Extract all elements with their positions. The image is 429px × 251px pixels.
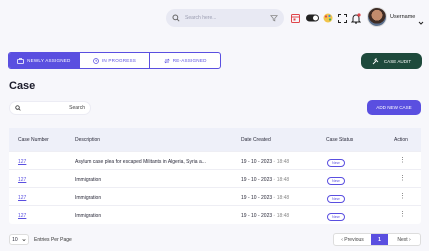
toggle-icon[interactable] bbox=[306, 12, 320, 24]
status-badge: New bbox=[327, 195, 345, 203]
filter-icon[interactable] bbox=[270, 14, 278, 22]
header-case-number: Case Number bbox=[18, 137, 49, 143]
case-description: Immigration bbox=[75, 177, 102, 183]
date-created: 19 - 10 - 2023 ◦ 18:48 bbox=[241, 195, 290, 201]
clock-icon bbox=[93, 57, 99, 64]
next-page-button[interactable]: Next › bbox=[388, 237, 420, 243]
calendar-icon[interactable] bbox=[291, 12, 300, 24]
status-badge: New bbox=[327, 177, 345, 185]
chevron-down-icon bbox=[22, 238, 26, 241]
search-icon bbox=[15, 105, 21, 111]
tab-label: Re-Assigned bbox=[172, 58, 207, 63]
more-actions-icon[interactable]: ⋮ bbox=[399, 211, 406, 218]
case-audit-label: Case Audit bbox=[383, 58, 412, 64]
header-description: Description bbox=[75, 137, 101, 143]
gavel-icon bbox=[372, 57, 379, 64]
case-description: Asylum case plea for escaped Militants i… bbox=[75, 159, 206, 165]
entries-value: 10 bbox=[12, 236, 18, 243]
case-number-link[interactable]: 127 bbox=[18, 213, 26, 219]
entries-per-page-label: Entries Per Page bbox=[34, 237, 72, 243]
table-row[interactable]: 127 Immigration 19 - 10 - 2023 ◦ 18:48 N… bbox=[9, 187, 421, 205]
case-tabs: Newly Assigned In Progress Re-Assigned bbox=[8, 52, 221, 69]
more-actions-icon[interactable]: ⋮ bbox=[399, 157, 406, 164]
case-number-link[interactable]: 127 bbox=[18, 195, 26, 201]
date-created: 19 - 10 - 2023 ◦ 18:48 bbox=[241, 177, 290, 183]
chevron-down-icon[interactable] bbox=[418, 13, 424, 31]
status-badge: New bbox=[327, 159, 345, 167]
table-row[interactable]: 127 Asylum case plea for escaped Militan… bbox=[9, 151, 421, 169]
reassign-icon bbox=[163, 58, 170, 63]
case-description: Immigration bbox=[75, 195, 102, 201]
header-case-status: Case Status bbox=[326, 137, 354, 143]
tab-in-progress[interactable]: In Progress bbox=[80, 53, 151, 68]
case-number-link[interactable]: 127 bbox=[18, 177, 26, 183]
tab-label: In Progress bbox=[101, 58, 137, 63]
palette-icon[interactable] bbox=[323, 12, 333, 24]
more-actions-icon[interactable]: ⋮ bbox=[399, 175, 406, 182]
avatar[interactable] bbox=[367, 7, 387, 27]
tab-re-assigned[interactable]: Re-Assigned bbox=[150, 53, 220, 68]
pagination: ‹ Previous 1 Next › bbox=[333, 233, 421, 246]
entries-per-page-select[interactable]: 10 bbox=[9, 234, 29, 245]
tab-newly-assigned[interactable]: Newly Assigned bbox=[9, 53, 80, 68]
table-row[interactable]: 127 Immigration 19 - 10 - 2023 ◦ 18:48 N… bbox=[9, 205, 421, 223]
previous-page-button[interactable]: ‹ Previous bbox=[334, 237, 371, 243]
case-audit-button[interactable]: Case Audit bbox=[361, 53, 422, 69]
search-placeholder: Search here... bbox=[185, 15, 217, 21]
search-icon bbox=[172, 14, 180, 22]
status-badge: New bbox=[327, 213, 345, 221]
page-number-current[interactable]: 1 bbox=[371, 234, 388, 245]
search-label: Search bbox=[69, 105, 85, 111]
fullscreen-icon[interactable] bbox=[338, 12, 347, 24]
date-created: 19 - 10 - 2023 ◦ 18:48 bbox=[241, 159, 290, 165]
bell-icon[interactable] bbox=[351, 12, 361, 24]
cases-table: Case Number Description Date Created Cas… bbox=[9, 128, 421, 224]
header-action: Action bbox=[394, 137, 408, 143]
date-created: 19 - 10 - 2023 ◦ 18:48 bbox=[241, 213, 290, 219]
header-date-created: Date Created bbox=[241, 137, 271, 143]
case-search-input[interactable]: Search bbox=[9, 101, 91, 115]
username[interactable]: Username bbox=[390, 14, 415, 20]
table-row[interactable]: 127 Immigration 19 - 10 - 2023 ◦ 18:48 N… bbox=[9, 169, 421, 187]
add-new-case-button[interactable]: Add New Case bbox=[367, 100, 421, 115]
page-title: Case bbox=[9, 80, 36, 92]
global-search-bar[interactable]: Search here... bbox=[166, 9, 284, 27]
more-actions-icon[interactable]: ⋮ bbox=[399, 193, 406, 200]
case-description: Immigration bbox=[75, 213, 102, 219]
briefcase-icon bbox=[17, 57, 24, 64]
tab-label: Newly Assigned bbox=[27, 58, 71, 63]
case-number-link[interactable]: 127 bbox=[18, 159, 26, 165]
table-header: Case Number Description Date Created Cas… bbox=[9, 128, 421, 151]
